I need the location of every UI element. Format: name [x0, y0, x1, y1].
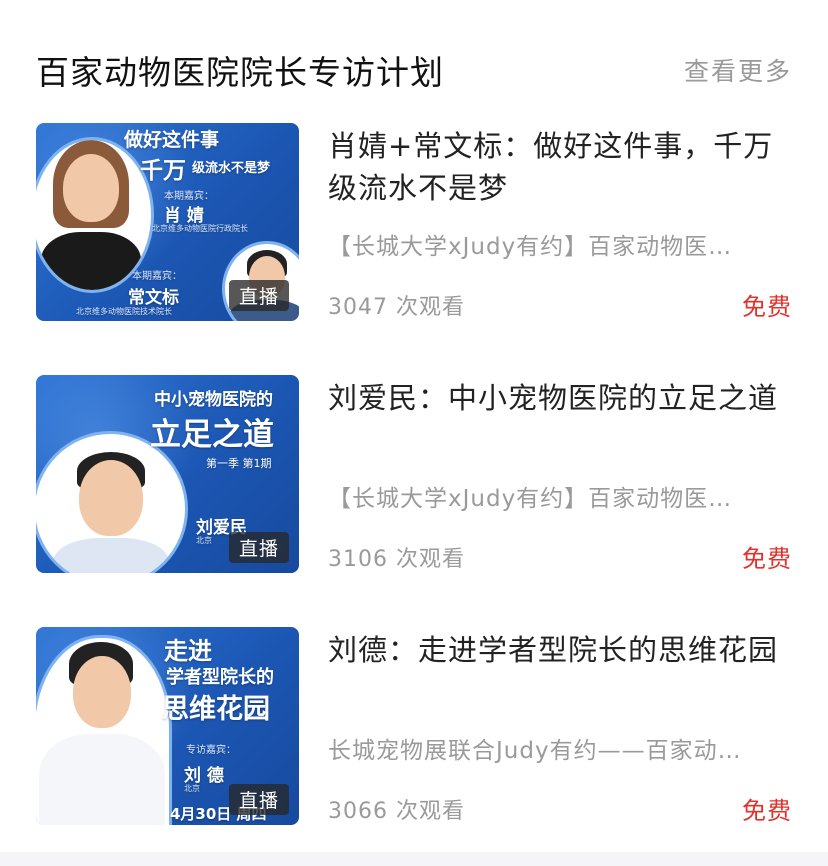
guest-title: 北京维多动物医院行政院长 — [152, 224, 248, 233]
guest-label: 本期嘉宾： — [132, 271, 182, 282]
thumbnail-headline: 走进 — [164, 637, 212, 665]
course-list-panel: 百家动物医院院长专访计划 查看更多 做好这件事 千万 级流水不是梦 本期嘉宾： … — [0, 0, 828, 852]
guest-title: 北京 — [196, 536, 212, 545]
section-title: 百家动物医院院长专访计划 — [36, 53, 444, 92]
thumbnail-headline-mid: 学者型院长的 — [166, 667, 274, 688]
course-subtitle: 【长城大学xJudy有约】百家动物医… — [328, 234, 733, 260]
view-count: 3106 次观看 — [328, 547, 465, 572]
thumbnail-headline: 做好这件事 — [124, 129, 220, 151]
view-count: 3066 次观看 — [328, 799, 465, 824]
course-card[interactable]: 中小宠物医院的 立足之道 第一季 第1期 刘爱民 北京 直播 刘爱民：中小宠物医… — [0, 375, 828, 575]
live-badge: 直播 — [228, 784, 289, 815]
live-badge: 直播 — [228, 532, 289, 563]
thumbnail-headline-emphasis: 思维花园 — [162, 694, 270, 725]
view-more-link[interactable]: 查看更多 — [684, 52, 792, 88]
thumbnail-headline-emphasis: 立足之道 — [150, 417, 274, 453]
price-label: 免费 — [742, 797, 792, 825]
thumbnail-headline-rest: 级流水不是梦 — [192, 161, 271, 176]
course-thumbnail[interactable]: 做好这件事 千万 级流水不是梦 本期嘉宾： 肖 婧 北京维多动物医院行政院长 本… — [36, 123, 299, 321]
course-card[interactable]: 做好这件事 千万 级流水不是梦 本期嘉宾： 肖 婧 北京维多动物医院行政院长 本… — [0, 123, 828, 323]
guest-title: 北京 — [184, 784, 200, 793]
season-label: 第一季 第1期 — [206, 457, 272, 470]
live-badge: 直播 — [228, 280, 289, 311]
course-title[interactable]: 刘爱民：中小宠物医院的立足之道 — [328, 377, 793, 419]
course-card[interactable]: 走进 学者型院长的 思维花园 专访嘉宾： 刘 德 北京 4月30日 周四 直播 … — [0, 627, 828, 827]
course-thumbnail[interactable]: 中小宠物医院的 立足之道 第一季 第1期 刘爱民 北京 直播 — [36, 375, 299, 573]
course-thumbnail[interactable]: 走进 学者型院长的 思维花园 专访嘉宾： 刘 德 北京 4月30日 周四 直播 — [36, 627, 299, 825]
guest-label: 专访嘉宾： — [186, 745, 236, 756]
course-subtitle: 长城宠物展联合Judy有约——百家动… — [328, 738, 742, 764]
price-label: 免费 — [742, 293, 792, 321]
thumbnail-headline-emphasis: 千万 — [140, 158, 186, 184]
course-title[interactable]: 肖婧+常文标：做好这件事，千万级流水不是梦 — [328, 125, 793, 209]
guest-photo — [36, 635, 172, 825]
view-count: 3047 次观看 — [328, 295, 465, 320]
thumbnail-headline: 中小宠物医院的 — [154, 390, 273, 410]
section-header: 百家动物医院院长专访计划 查看更多 — [0, 38, 828, 100]
guest-title: 北京维多动物医院技术院长 — [76, 307, 172, 316]
course-title[interactable]: 刘德：走进学者型院长的思维花园 — [328, 629, 793, 671]
guest-name: 常文标 — [128, 288, 179, 308]
guest-label: 本期嘉宾： — [164, 191, 214, 202]
price-label: 免费 — [742, 545, 792, 573]
course-subtitle: 【长城大学xJudy有约】百家动物医… — [328, 486, 733, 512]
